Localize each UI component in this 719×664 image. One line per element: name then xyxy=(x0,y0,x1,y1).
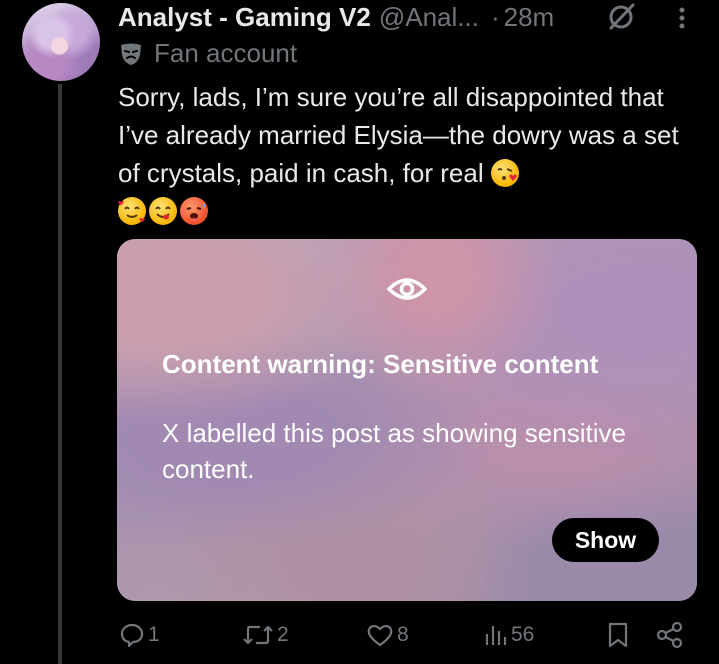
reply-button[interactable]: 1 xyxy=(119,618,160,652)
show-button[interactable]: Show xyxy=(552,518,659,562)
media-container[interactable]: Content warning: Sensitive content X lab… xyxy=(117,239,697,601)
content-warning-title: Content warning: Sensitive content xyxy=(162,349,599,379)
repost-count: 2 xyxy=(277,623,289,646)
action-bar: 1 2 8 56 xyxy=(0,618,719,652)
repost-icon xyxy=(243,625,273,645)
theater-mask-icon xyxy=(121,43,141,65)
bookmark-icon xyxy=(608,622,628,648)
eye-icon xyxy=(387,278,427,300)
views-button[interactable]: 56 xyxy=(484,618,534,652)
bookmark-button[interactable] xyxy=(607,618,629,652)
share-icon xyxy=(656,621,683,649)
user-handle[interactable]: @Anal... xyxy=(379,2,479,33)
share-button[interactable] xyxy=(656,618,684,652)
yum-emoji xyxy=(149,197,177,225)
separator-dot: · xyxy=(490,1,500,32)
like-count: 8 xyxy=(397,623,409,646)
heart-icon xyxy=(367,624,393,647)
repost-button[interactable]: 2 xyxy=(242,618,289,652)
reply-icon xyxy=(120,623,144,648)
content-warning-body: X labelled this post as showing sensitiv… xyxy=(162,418,626,484)
avatar[interactable] xyxy=(22,3,100,81)
hot-face-emoji xyxy=(180,197,208,225)
post-text: Sorry, lads, I’m sure you’re all disappo… xyxy=(118,78,698,230)
reply-count: 1 xyxy=(148,623,160,646)
smiling-hearts-emoji xyxy=(118,197,146,225)
account-label: Fan account xyxy=(118,38,297,69)
grok-icon[interactable] xyxy=(606,2,636,32)
like-button[interactable]: 8 xyxy=(366,618,409,652)
view-count: 56 xyxy=(511,623,535,646)
account-label-text: Fan account xyxy=(154,38,298,68)
thread-line xyxy=(58,84,62,664)
more-options-icon[interactable] xyxy=(672,4,692,34)
post-time[interactable]: 28m xyxy=(504,2,555,33)
kissing-heart-emoji xyxy=(490,159,519,187)
display-name[interactable]: Analyst - Gaming V2 xyxy=(118,2,371,33)
analytics-icon xyxy=(485,626,507,645)
post-text-body: Sorry, lads, I’m sure you’re all disappo… xyxy=(118,82,679,188)
